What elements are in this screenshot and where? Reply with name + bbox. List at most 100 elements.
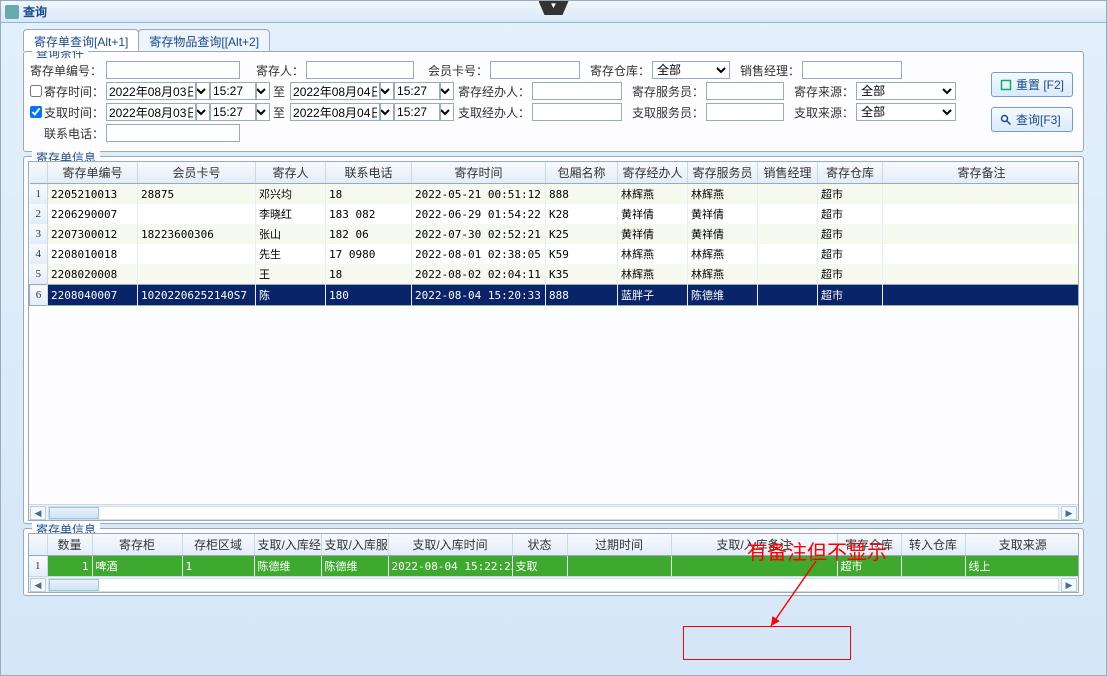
- input-deposit-to-time[interactable]: [394, 82, 440, 100]
- cell[interactable]: 2022-08-01 02:38:05: [412, 244, 546, 264]
- table-row[interactable]: 1220521001328875邓兴均182022-05-21 00:51:12…: [30, 184, 1080, 205]
- cell[interactable]: K35: [546, 264, 618, 285]
- orders-grid[interactable]: 寄存单编号 会员卡号 寄存人 联系电话 寄存时间 包厢名称 寄存经办人 寄存服务…: [28, 161, 1079, 521]
- cell[interactable]: 林辉燕: [688, 264, 758, 285]
- dcol-handler[interactable]: 支取/入库经办人: [254, 534, 321, 556]
- cell[interactable]: 2022-07-30 02:52:21: [412, 224, 546, 244]
- cell[interactable]: [883, 184, 1080, 205]
- dcol-qty[interactable]: 数量: [47, 534, 92, 556]
- cell[interactable]: 2208010018: [48, 244, 138, 264]
- scroll-track[interactable]: [48, 506, 1059, 520]
- cell[interactable]: 黄祥倩: [688, 204, 758, 224]
- cell[interactable]: [758, 285, 818, 306]
- cell[interactable]: [138, 204, 256, 224]
- cell[interactable]: 陈德维: [321, 556, 388, 577]
- col-mgr[interactable]: 销售经理: [758, 162, 818, 184]
- reset-button[interactable]: 重置 [F2]: [991, 72, 1073, 97]
- cell[interactable]: 李晓红: [256, 204, 326, 224]
- dcol-wh[interactable]: 寄存仓库: [837, 534, 901, 556]
- cell[interactable]: 2: [30, 204, 48, 224]
- input-deposit-handler[interactable]: [532, 82, 622, 100]
- cell[interactable]: 6: [30, 285, 48, 306]
- dcol-expire[interactable]: 过期时间: [567, 534, 671, 556]
- input-withdraw-from-time[interactable]: [210, 103, 256, 121]
- cell[interactable]: 1: [29, 556, 47, 577]
- cell[interactable]: [758, 264, 818, 285]
- cell[interactable]: 2022-08-04 15:20:33: [412, 285, 546, 306]
- orders-h-scrollbar[interactable]: ◀ ▶: [29, 504, 1078, 520]
- cell[interactable]: 超市: [818, 244, 883, 264]
- cell[interactable]: [758, 224, 818, 244]
- table-row[interactable]: 11啤酒1陈德维陈德维2022-08-04 15:22:23支取超市线上: [29, 556, 1079, 577]
- cell[interactable]: 1: [47, 556, 92, 577]
- select-deposit-source[interactable]: 全部: [856, 82, 956, 100]
- cell[interactable]: 王: [256, 264, 326, 285]
- input-deposit-from-date[interactable]: [106, 82, 196, 100]
- cell[interactable]: 林辉燕: [618, 264, 688, 285]
- cell[interactable]: 黄祥倩: [688, 224, 758, 244]
- cell[interactable]: 线上: [965, 556, 1079, 577]
- col-handler[interactable]: 寄存经办人: [618, 162, 688, 184]
- cell[interactable]: 10202206252140S7: [138, 285, 256, 306]
- col-member-card[interactable]: 会员卡号: [138, 162, 256, 184]
- cell[interactable]: 17 0980: [326, 244, 412, 264]
- table-row[interactable]: 42208010018先生17 09802022-08-01 02:38:05K…: [30, 244, 1080, 264]
- cell[interactable]: 5: [30, 264, 48, 285]
- cell[interactable]: 1: [30, 184, 48, 205]
- spin-withdraw-to-time[interactable]: [440, 103, 454, 121]
- cell[interactable]: 2022-05-21 00:51:12: [412, 184, 546, 205]
- scroll-left-icon[interactable]: ◀: [30, 506, 46, 520]
- col-order-no[interactable]: 寄存单编号: [48, 162, 138, 184]
- spin-withdraw-to-date[interactable]: [380, 103, 394, 121]
- cell[interactable]: [883, 244, 1080, 264]
- scroll-track[interactable]: [48, 578, 1059, 592]
- spin-deposit-to-date[interactable]: [380, 82, 394, 100]
- table-row[interactable]: 3220730001218223600306张山182 062022-07-30…: [30, 224, 1080, 244]
- cell[interactable]: 支取: [512, 556, 567, 577]
- cell[interactable]: 2022-06-29 01:54:22: [412, 204, 546, 224]
- cell[interactable]: [758, 204, 818, 224]
- cell[interactable]: 888: [546, 184, 618, 205]
- col-deposit-time[interactable]: 寄存时间: [412, 162, 546, 184]
- cell[interactable]: 陈: [256, 285, 326, 306]
- cell[interactable]: 2022-08-04 15:22:23: [388, 556, 512, 577]
- scroll-left-icon[interactable]: ◀: [30, 578, 46, 592]
- cell[interactable]: 183 082: [326, 204, 412, 224]
- col-remark[interactable]: 寄存备注: [883, 162, 1080, 184]
- cell[interactable]: K28: [546, 204, 618, 224]
- cell[interactable]: 18223600306: [138, 224, 256, 244]
- cell[interactable]: 先生: [256, 244, 326, 264]
- col-wh[interactable]: 寄存仓库: [818, 162, 883, 184]
- input-withdraw-to-time[interactable]: [394, 103, 440, 121]
- titlebar-dropdown-button[interactable]: [539, 1, 569, 15]
- cell[interactable]: [883, 224, 1080, 244]
- col-room[interactable]: 包厢名称: [546, 162, 618, 184]
- cell[interactable]: 陈德维: [254, 556, 321, 577]
- cell[interactable]: 林辉燕: [618, 184, 688, 205]
- cell[interactable]: 超市: [818, 204, 883, 224]
- cell[interactable]: 28875: [138, 184, 256, 205]
- cell[interactable]: [138, 244, 256, 264]
- input-deposit-to-date[interactable]: [290, 82, 380, 100]
- input-sales-mgr[interactable]: [802, 61, 902, 79]
- cell[interactable]: 黄祥倩: [618, 224, 688, 244]
- dcol-cabinet[interactable]: 寄存柜: [92, 534, 182, 556]
- cell[interactable]: [883, 204, 1080, 224]
- scroll-right-icon[interactable]: ▶: [1061, 578, 1077, 592]
- input-withdraw-waiter[interactable]: [706, 103, 784, 121]
- cell[interactable]: 182 06: [326, 224, 412, 244]
- cell[interactable]: [883, 264, 1080, 285]
- cell[interactable]: [567, 556, 671, 577]
- cell[interactable]: 4: [30, 244, 48, 264]
- table-row[interactable]: 52208020008王182022-08-02 02:04:11K35林辉燕林…: [30, 264, 1080, 285]
- tab-deposit-orders[interactable]: 寄存单查询[Alt+1]: [23, 29, 139, 51]
- scroll-right-icon[interactable]: ▶: [1061, 506, 1077, 520]
- details-h-scrollbar[interactable]: ◀ ▶: [29, 576, 1078, 592]
- spin-deposit-from-date[interactable]: [196, 82, 210, 100]
- spin-withdraw-from-date[interactable]: [196, 103, 210, 121]
- checkbox-withdraw-time[interactable]: [30, 106, 42, 118]
- cell[interactable]: [671, 556, 837, 577]
- cell[interactable]: 888: [546, 285, 618, 306]
- cell[interactable]: 2208020008: [48, 264, 138, 285]
- cell[interactable]: 超市: [818, 224, 883, 244]
